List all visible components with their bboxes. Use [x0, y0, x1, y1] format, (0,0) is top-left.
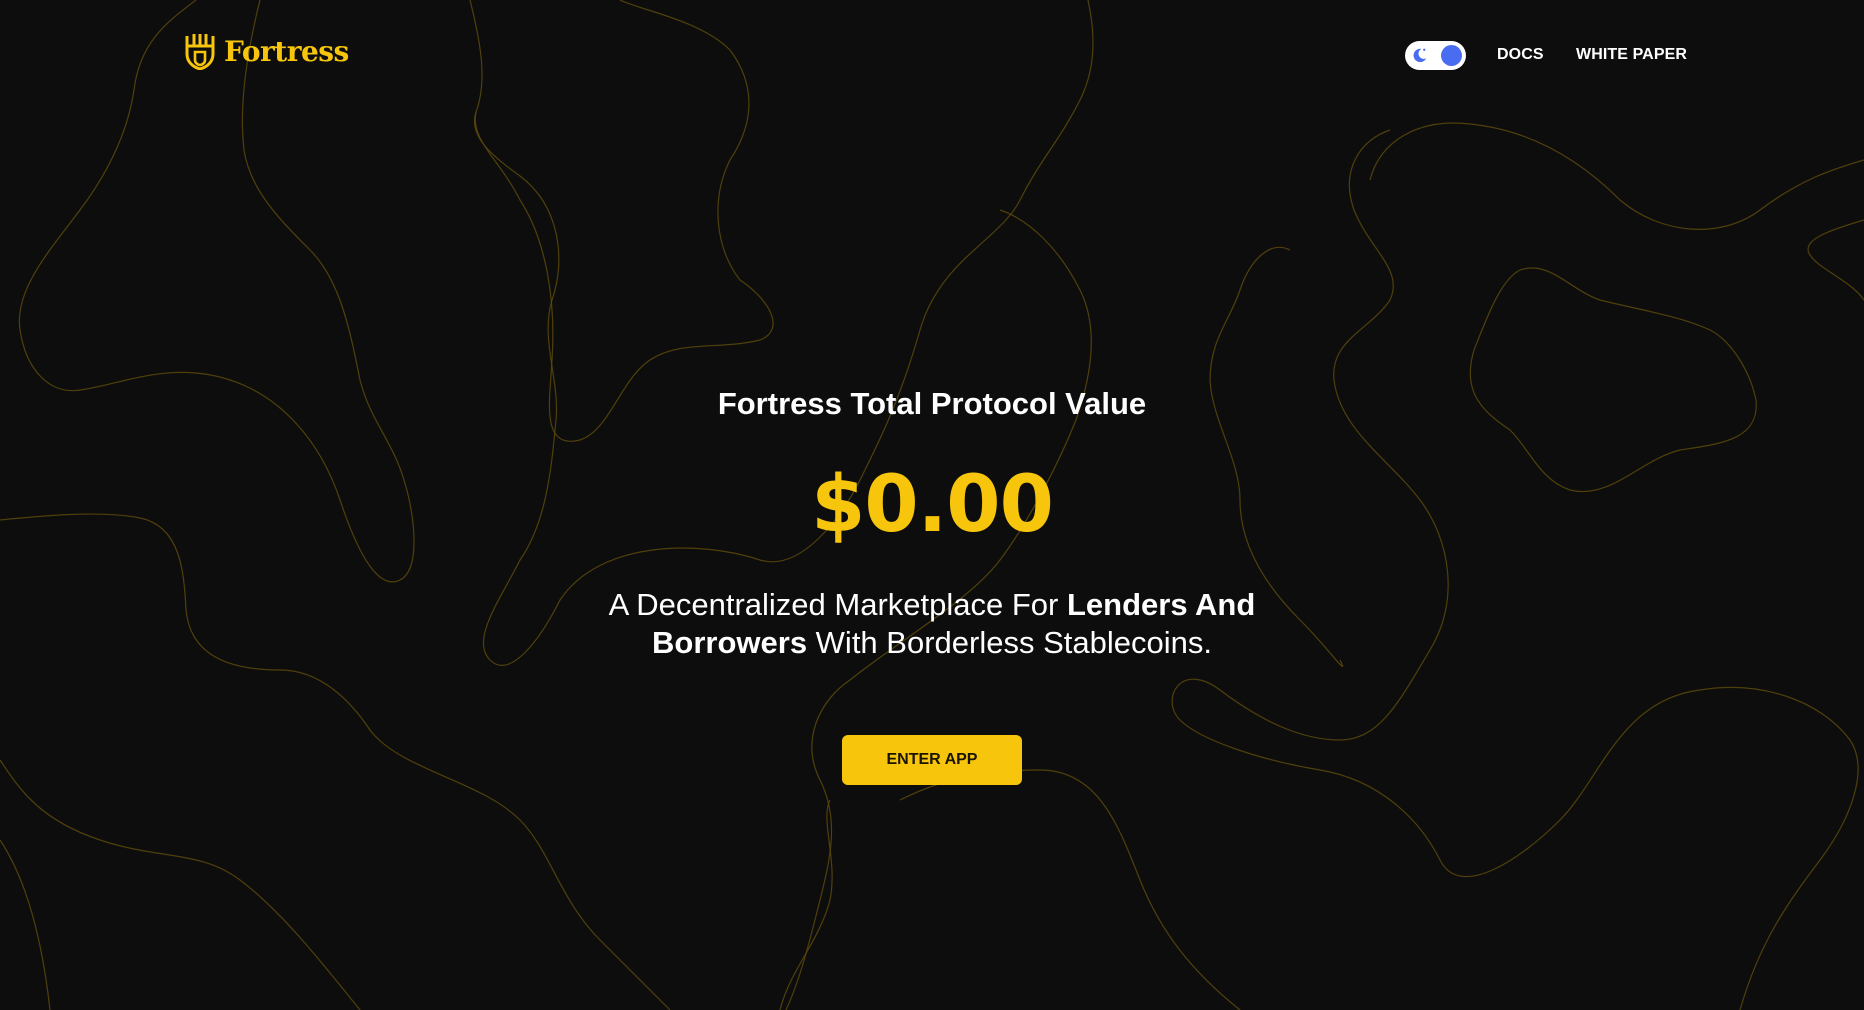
- total-protocol-value: $0.00: [811, 460, 1054, 550]
- hero-description-part1: A Decentralized Marketplace For: [608, 587, 1067, 622]
- toggle-knob: [1441, 45, 1462, 66]
- brand-name: Fortress: [224, 34, 349, 68]
- brand-logo[interactable]: Fortress: [184, 32, 349, 70]
- enter-app-button[interactable]: ENTER APP: [842, 735, 1022, 785]
- moon-icon: [1413, 48, 1427, 63]
- hero-title: Fortress Total Protocol Value: [717, 386, 1147, 421]
- nav-white-paper-link[interactable]: WHITE PAPER: [1576, 46, 1687, 64]
- hero-description-part2: With Borderless Stablecoins.: [807, 625, 1212, 660]
- hero-description: A Decentralized Marketplace For Lenders …: [532, 586, 1332, 662]
- landing-page: Fortress DOCS WHITE PAPER Fortress Total…: [0, 0, 1864, 1010]
- header: Fortress DOCS WHITE PAPER: [0, 0, 1864, 110]
- shield-crown-icon: [185, 34, 215, 70]
- nav-docs-link[interactable]: DOCS: [1497, 46, 1544, 64]
- theme-toggle[interactable]: [1405, 41, 1466, 70]
